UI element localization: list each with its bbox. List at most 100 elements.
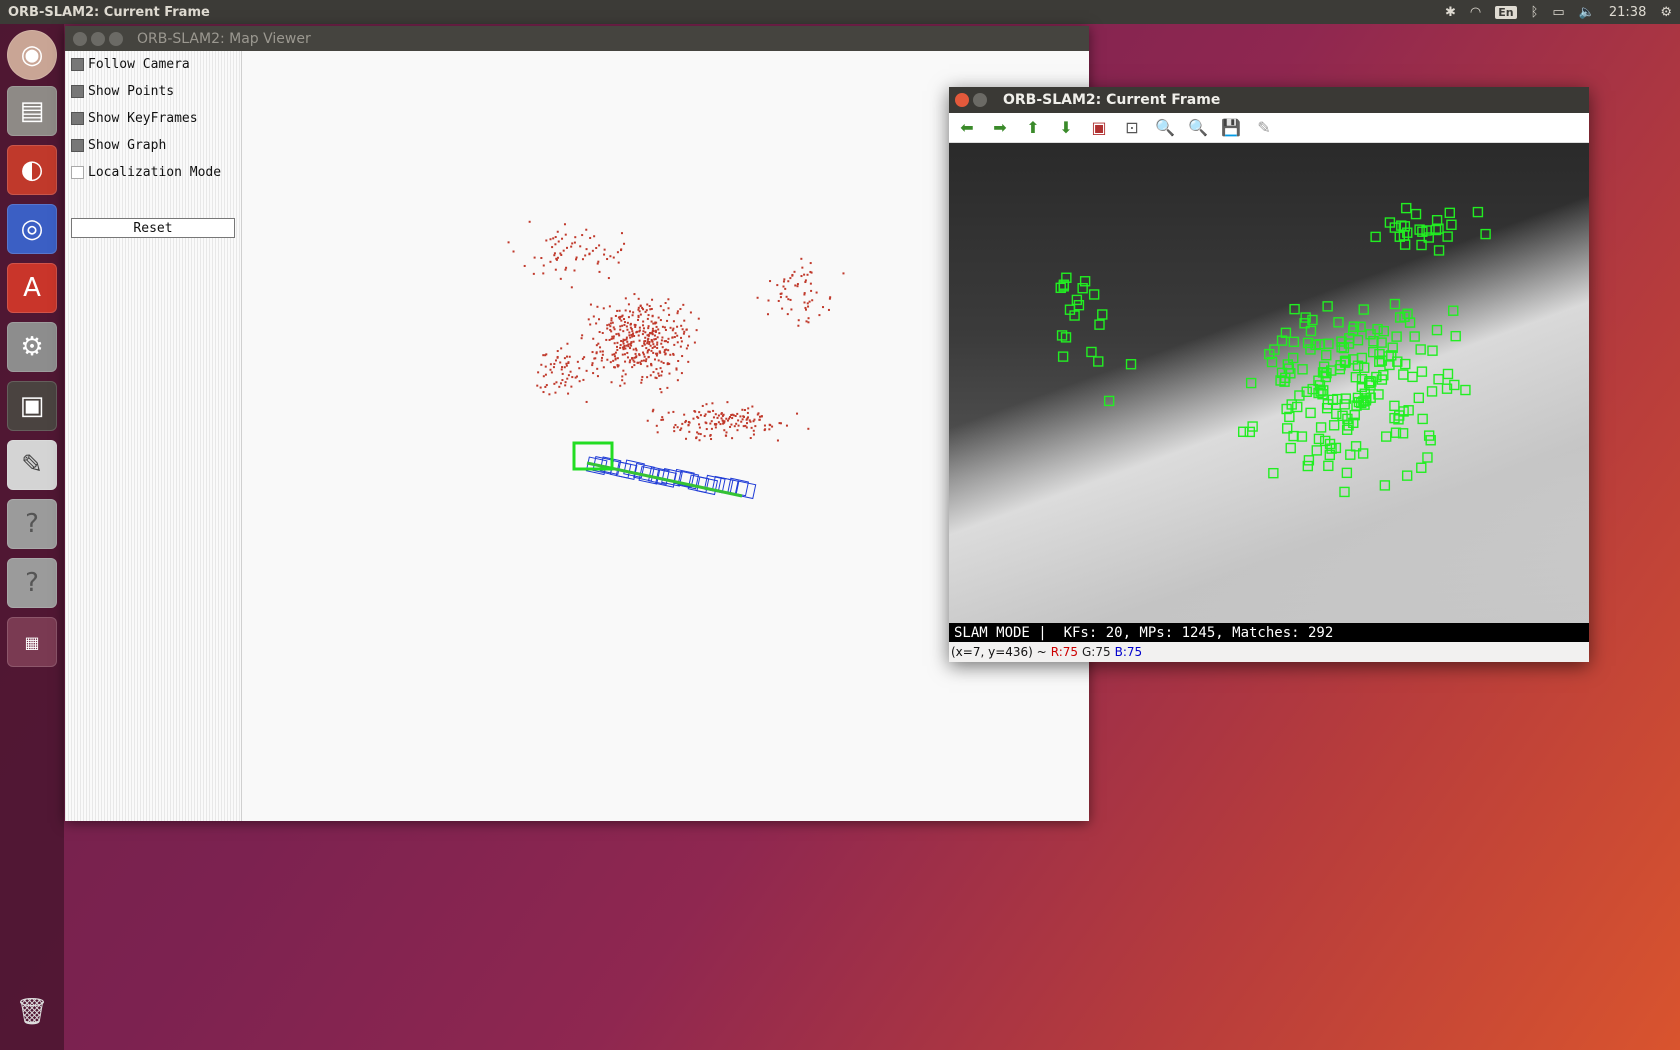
screenshot-icon[interactable]: ▣	[7, 381, 57, 431]
feature-match-box	[1285, 442, 1296, 454]
image-icon[interactable]: ▣	[1089, 118, 1109, 138]
feature-match-box	[1401, 202, 1412, 214]
map-point	[637, 334, 640, 337]
map-point	[646, 419, 649, 422]
map-point	[671, 336, 674, 339]
map-point	[743, 409, 746, 412]
map-point	[707, 410, 710, 413]
map-point	[587, 318, 590, 321]
map-point	[628, 331, 631, 334]
map-point	[553, 254, 556, 257]
maximize-icon[interactable]	[109, 31, 123, 46]
files-icon[interactable]: ▤	[7, 86, 57, 136]
arrow-left-icon[interactable]: ⬅	[957, 118, 977, 138]
map-point	[642, 330, 645, 333]
close-icon[interactable]	[955, 93, 969, 107]
checkbox-label: Localization Mode	[88, 165, 222, 180]
map-point	[601, 332, 604, 335]
save-icon[interactable]: 💾	[1221, 118, 1241, 138]
map-point	[667, 337, 670, 340]
reset-button[interactable]: Reset	[71, 218, 235, 238]
map-point	[578, 367, 581, 370]
bluetooth-icon[interactable]: ᛒ	[1531, 5, 1539, 20]
feature-match-box	[1433, 245, 1445, 256]
pixel-blue-value: B:75	[1114, 645, 1143, 659]
map-point	[731, 437, 734, 440]
checkbox-box[interactable]	[71, 112, 84, 125]
map-point	[679, 308, 682, 311]
map-point	[638, 329, 641, 332]
map-point	[585, 228, 588, 231]
feature-match-box	[1426, 386, 1438, 397]
map-point	[647, 327, 650, 330]
clock[interactable]: 21:38	[1609, 5, 1646, 20]
current-frame-titlebar[interactable]: ORB-SLAM2: Current Frame	[949, 87, 1589, 113]
map-point	[676, 379, 679, 382]
map-point	[649, 374, 652, 377]
trash-icon[interactable]: 🗑	[7, 987, 57, 1037]
show-points-checkbox[interactable]: Show Points	[71, 84, 174, 99]
close-icon[interactable]	[73, 31, 87, 46]
map-point	[647, 348, 650, 351]
minimize-icon[interactable]	[91, 31, 105, 46]
workspace-switcher-icon[interactable]: ▦	[7, 617, 57, 667]
arrow-up-icon[interactable]: ⬆	[1023, 118, 1043, 138]
zoom-out-icon[interactable]: 🔍	[1188, 118, 1208, 138]
map-point	[777, 299, 780, 302]
system-settings-icon[interactable]: ⚙	[7, 322, 57, 372]
minimize-icon[interactable]	[973, 93, 987, 107]
map-point	[806, 273, 809, 276]
properties-icon[interactable]: ✎	[1254, 118, 1274, 138]
show-keyframes-checkbox[interactable]: Show KeyFrames	[71, 111, 198, 126]
software-center-icon[interactable]: A	[7, 263, 57, 313]
zoom-in-icon[interactable]: 🔍	[1155, 118, 1175, 138]
map-point	[626, 328, 629, 331]
map-point	[680, 340, 683, 343]
map-point	[623, 321, 626, 324]
map-point	[569, 370, 572, 373]
dropbox-icon[interactable]: ✱	[1445, 5, 1456, 20]
map-point	[752, 429, 755, 432]
map-point	[740, 420, 743, 423]
map-viewer-titlebar[interactable]: ORB-SLAM2: Map Viewer	[65, 26, 1089, 51]
map-point	[781, 307, 784, 310]
localization-mode-checkbox[interactable]: Localization Mode	[71, 165, 221, 180]
zoom-fit-icon[interactable]: ⊡	[1122, 118, 1142, 138]
follow-camera-checkbox[interactable]: Follow Camera	[71, 57, 190, 72]
firefox-icon[interactable]: ◐	[7, 145, 57, 195]
volume-icon[interactable]: 🔈	[1579, 5, 1595, 20]
show-graph-checkbox[interactable]: Show Graph	[71, 138, 166, 153]
checkbox-box[interactable]	[71, 58, 84, 71]
checkbox-box[interactable]	[71, 139, 84, 152]
checkbox-box[interactable]	[71, 166, 84, 179]
wifi-icon[interactable]: ◠	[1470, 5, 1481, 20]
map-point	[545, 353, 548, 356]
text-editor-icon[interactable]: ✎	[7, 440, 57, 490]
map-point	[584, 254, 587, 257]
unknown-app-icon[interactable]: ?	[7, 558, 57, 608]
map-point	[651, 298, 654, 301]
ubuntu-dash-icon[interactable]: ◉	[7, 30, 57, 80]
map-point	[652, 322, 655, 325]
arrow-right-icon[interactable]: ➡	[990, 118, 1010, 138]
map-point	[661, 416, 664, 419]
map-point	[623, 323, 626, 326]
map-point	[803, 273, 806, 276]
system-menu-gear-icon[interactable]: ⚙	[1660, 5, 1672, 20]
keyboard-layout-indicator[interactable]: En	[1495, 5, 1517, 19]
feature-match-box	[1416, 462, 1427, 473]
map-point	[589, 303, 592, 306]
chromium-icon[interactable]: ◎	[7, 204, 57, 254]
map-point	[701, 404, 704, 407]
arrow-down-icon[interactable]: ⬇	[1056, 118, 1076, 138]
map-point	[592, 372, 595, 375]
map-point	[600, 356, 603, 359]
unknown-app-icon[interactable]: ?	[7, 499, 57, 549]
checkbox-box[interactable]	[71, 85, 84, 98]
battery-icon[interactable]: ▭	[1552, 5, 1564, 20]
map-point	[731, 413, 734, 416]
camera-frame-image[interactable]	[949, 143, 1589, 623]
map-point	[601, 353, 604, 356]
feature-match-box	[1415, 344, 1426, 355]
map-point	[568, 355, 571, 358]
